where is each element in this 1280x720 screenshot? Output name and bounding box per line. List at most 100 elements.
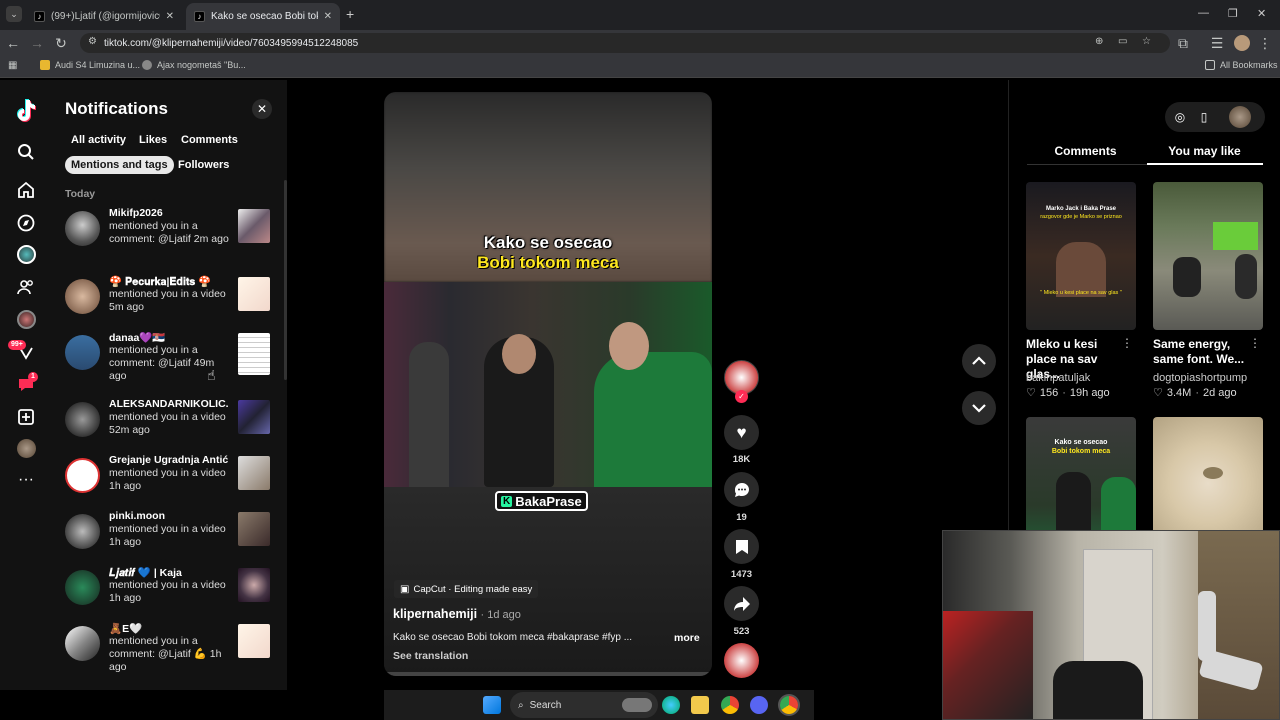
video-card[interactable] xyxy=(1153,182,1263,330)
card-title[interactable]: Same energy, same font. We... xyxy=(1153,337,1253,367)
video-player[interactable]: Kako se osecao Bobi tokom meca K BakaPra… xyxy=(384,92,712,676)
all-bookmarks[interactable]: All Bookmarks xyxy=(1205,60,1278,70)
share-button[interactable] xyxy=(724,586,759,621)
avatar[interactable] xyxy=(65,211,100,246)
more-icon[interactable]: ··· xyxy=(13,467,39,493)
reload-icon[interactable]: ↻ xyxy=(52,34,70,52)
avatar[interactable] xyxy=(65,626,100,661)
notification-row[interactable]: danaa💜🇷🇸 mentioned you in a comment: @Lj… xyxy=(53,331,287,387)
chrome-icon[interactable] xyxy=(721,696,739,714)
live-avatar[interactable] xyxy=(17,310,36,329)
tiktok-logo-icon[interactable] xyxy=(13,97,39,123)
notification-user[interactable]: 🍄 𝐏𝐞𝐜𝐮𝐫𝐤𝐚|𝐄𝐝𝐢𝐭𝐬 🍄 xyxy=(109,275,229,289)
filter-mentions-and-tags[interactable]: Mentions and tags xyxy=(65,156,174,174)
cast-icon[interactable]: ▭ xyxy=(1118,36,1127,47)
notification-user[interactable]: ALEKSANDARNIKOLIC... xyxy=(109,398,229,410)
file-explorer-icon[interactable] xyxy=(691,696,709,714)
tab-ljatif[interactable]: ♪ (99+)Ljatif (@igormijovic00) | T ✕ xyxy=(26,3,182,30)
profile-avatar[interactable] xyxy=(1234,35,1250,51)
url-bar[interactable]: ⚙ tiktok.com/@klipernahemiji/video/76034… xyxy=(80,33,1170,53)
windows-start-icon[interactable] xyxy=(483,696,501,714)
notification-user[interactable]: pinki.moon xyxy=(109,510,229,522)
notification-row[interactable]: pinki.moon mentioned you in a video 1h a… xyxy=(53,510,287,566)
author-line[interactable]: klipernahemiji · 1d ago xyxy=(393,607,521,621)
apps-icon[interactable]: ▦ xyxy=(8,60,17,71)
compass-icon[interactable]: ◎ xyxy=(1169,106,1191,128)
sound-disc[interactable] xyxy=(724,643,759,678)
bookmark-ajax[interactable]: Ajax nogometaš "Bu... xyxy=(142,60,246,70)
site-info-icon[interactable]: ⚙ xyxy=(88,36,97,47)
messages-icon[interactable]: 1 xyxy=(13,372,39,398)
follow-check-icon[interactable]: ✓ xyxy=(735,390,748,403)
filter-followers[interactable]: Followers xyxy=(172,156,235,174)
video-thumbnail[interactable] xyxy=(238,333,270,375)
search-icon[interactable] xyxy=(13,139,39,165)
notification-user[interactable]: 𝑳𝒋𝒂𝒕𝒊𝒇 💙 | Kaja xyxy=(109,566,229,580)
avatar[interactable] xyxy=(65,570,100,605)
bookmark-star-icon[interactable]: ☆ xyxy=(1142,36,1151,47)
capcut-anchor[interactable]: ▣ CapCut · Editing made easy xyxy=(394,580,539,598)
explore-icon[interactable] xyxy=(13,210,39,236)
forward-icon[interactable]: → xyxy=(28,34,46,52)
close-icon[interactable]: ✕ xyxy=(324,11,332,22)
avatar[interactable] xyxy=(65,279,100,314)
video-thumbnail[interactable] xyxy=(238,512,270,546)
see-translation-link[interactable]: See translation xyxy=(393,650,468,662)
notification-user[interactable]: danaa💜🇷🇸 xyxy=(109,331,229,344)
video-thumbnail[interactable] xyxy=(238,624,270,658)
notification-row[interactable]: 𝑳𝒋𝒂𝒕𝒊𝒇 💙 | Kaja mentioned you in a video… xyxy=(53,566,287,622)
extensions-icon[interactable]: ⧉ xyxy=(1174,34,1192,52)
like-button[interactable]: ♥ xyxy=(724,415,759,450)
notification-user[interactable]: 🧸E🤍 xyxy=(109,622,229,635)
upload-icon[interactable] xyxy=(13,404,39,430)
zoom-icon[interactable]: ⊕ xyxy=(1095,36,1103,47)
menu-icon[interactable]: ⋮ xyxy=(1256,34,1274,52)
video-card[interactable]: Marko Jack i Baka Prase razgovor gde je … xyxy=(1026,182,1136,330)
more-button[interactable]: more xyxy=(674,632,700,644)
progress-bar[interactable] xyxy=(384,672,712,676)
maximize-icon[interactable]: ❐ xyxy=(1228,7,1238,20)
filter-likes[interactable]: Likes xyxy=(133,131,173,149)
close-window-icon[interactable]: ✕ xyxy=(1257,7,1266,20)
avatar[interactable] xyxy=(65,402,100,437)
tab-comments[interactable]: Comments xyxy=(1028,144,1143,158)
reading-list-icon[interactable]: ☰ xyxy=(1208,34,1226,52)
author-name[interactable]: klipernahemiji xyxy=(393,607,477,621)
notification-row[interactable]: 🧸E🤍 mentioned you in a comment: @Ljatif … xyxy=(53,622,287,678)
avatar[interactable] xyxy=(65,514,100,549)
card-menu-icon[interactable]: ⋮ xyxy=(1249,336,1261,350)
inbox-icon[interactable]: 99+ xyxy=(8,340,39,366)
minimize-icon[interactable]: — xyxy=(1198,7,1209,19)
notification-user[interactable]: Grejanje Ugradnja Antić xyxy=(109,454,229,466)
filter-all-activity[interactable]: All activity xyxy=(65,131,132,149)
close-icon[interactable]: ✕ xyxy=(252,99,272,119)
edge-icon[interactable] xyxy=(662,696,680,714)
video-thumbnail[interactable] xyxy=(238,209,270,243)
tab-search-button[interactable]: ⌄ xyxy=(6,6,22,22)
next-video-button[interactable] xyxy=(962,391,996,425)
profile-avatar[interactable] xyxy=(17,439,36,458)
tab-video[interactable]: ♪ Kako se osecao Bobi tokom me ✕ xyxy=(186,3,340,30)
notification-row[interactable]: Grejanje Ugradnja Antić mentioned you in… xyxy=(53,454,287,510)
previous-video-button[interactable] xyxy=(962,344,996,378)
back-icon[interactable]: ← xyxy=(4,34,22,52)
new-tab-button[interactable]: + xyxy=(346,6,354,22)
chrome-active-icon[interactable] xyxy=(780,696,798,714)
scrollbar[interactable] xyxy=(284,180,287,380)
bookmark-audi[interactable]: Audi S4 Limuzina u... xyxy=(40,60,140,70)
save-button[interactable] xyxy=(724,529,759,564)
phone-icon[interactable]: ▯ xyxy=(1193,106,1215,128)
card-menu-icon[interactable]: ⋮ xyxy=(1121,336,1133,350)
notification-row[interactable]: Mikifp2026 mentioned you in a comment: @… xyxy=(53,207,287,263)
home-icon[interactable] xyxy=(13,177,39,203)
notification-row[interactable]: 🍄 𝐏𝐞𝐜𝐮𝐫𝐤𝐚|𝐄𝐝𝐢𝐭𝐬 🍄 mentioned you in a vid… xyxy=(53,275,287,331)
card-user[interactable]: bakinpatuljak xyxy=(1026,372,1090,384)
close-icon[interactable]: ✕ xyxy=(166,11,174,22)
comment-button[interactable] xyxy=(724,472,759,507)
friends-icon[interactable] xyxy=(13,274,39,300)
notification-row[interactable]: ALEKSANDARNIKOLIC... mentioned you in a … xyxy=(53,398,287,454)
card-user[interactable]: dogtopiashortpump xyxy=(1153,372,1247,384)
video-thumbnail[interactable] xyxy=(238,568,270,602)
video-thumbnail[interactable] xyxy=(238,456,270,490)
user-avatar[interactable] xyxy=(1229,106,1251,128)
